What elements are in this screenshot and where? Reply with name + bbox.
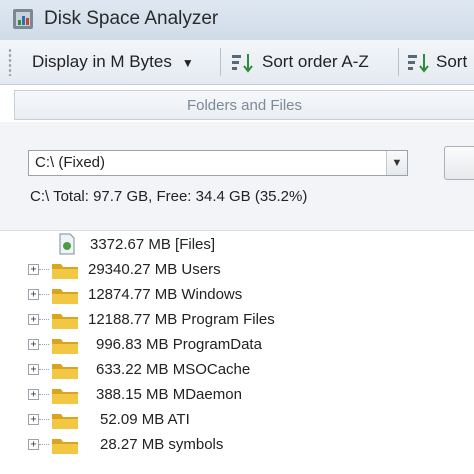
folder-icon	[52, 414, 78, 429]
tree-row[interactable]: +633.22 MB MSOCache	[0, 358, 474, 383]
folder-icon	[52, 314, 78, 329]
tree-row[interactable]: +388.15 MB MDaemon	[0, 383, 474, 408]
tree-connector	[39, 394, 49, 396]
tree-row-label: 29340.27 MB Users	[88, 261, 221, 278]
folder-icon	[52, 264, 78, 279]
sort-order-button-2[interactable]: Sort	[436, 48, 467, 76]
folder-icon	[52, 439, 78, 454]
sort-order-label-clipped: Sort	[436, 52, 468, 71]
sort-order-label: Sort order A-Z	[262, 52, 369, 71]
folder-icon	[52, 364, 78, 379]
tree-connector	[39, 269, 49, 271]
tree-row[interactable]: +12188.77 MB Program Files	[0, 308, 474, 333]
tree-row[interactable]: +52.09 MB ATI	[0, 408, 474, 433]
tree-row-label: 52.09 MB ATI	[100, 411, 190, 428]
sort-icon	[232, 54, 253, 73]
tree-connector	[39, 369, 49, 371]
window-title: Disk Space Analyzer	[44, 8, 219, 29]
expand-icon[interactable]: +	[28, 414, 39, 425]
expand-icon[interactable]: +	[28, 364, 39, 375]
chevron-down-icon[interactable]: ▼	[386, 151, 407, 175]
toolbar: Display in M Bytes ▼ Sort order A-Z Sort	[0, 40, 474, 85]
disk-space-analyzer-window: Disk Space Analyzer Display in M Bytes ▼ …	[0, 0, 474, 474]
tree-row-label: 3372.67 MB [Files]	[90, 236, 216, 253]
expand-icon[interactable]: +	[28, 289, 39, 300]
expand-icon[interactable]: +	[28, 264, 39, 275]
tree-row-label: 12188.77 MB Program Files	[88, 311, 275, 328]
tree-row-label: 28.27 MB symbols	[100, 436, 224, 453]
expand-icon[interactable]: +	[28, 439, 39, 450]
tree-row[interactable]: 3372.67 MB [Files]	[0, 233, 474, 258]
title-bar: Disk Space Analyzer	[0, 0, 474, 41]
files-icon	[59, 233, 75, 255]
sort-icon	[408, 54, 429, 73]
tree-connector	[39, 444, 49, 446]
drive-space-info: C:\ Total: 97.7 GB, Free: 34.4 GB (35.2%…	[30, 188, 308, 205]
folder-icon	[52, 339, 78, 354]
tree-row-label: 996.83 MB ProgramData	[96, 336, 262, 353]
dropdown-arrow-icon: ▼	[181, 55, 194, 70]
drive-select[interactable]: C:\ (Fixed) ▼	[28, 150, 408, 176]
tree-row[interactable]: +29340.27 MB Users	[0, 258, 474, 283]
toolbar-separator	[398, 48, 399, 76]
analyze-button[interactable]	[444, 146, 474, 180]
tree-row-label: 388.15 MB MDaemon	[96, 386, 242, 403]
tree-row[interactable]: +996.83 MB ProgramData	[0, 333, 474, 358]
expand-icon[interactable]: +	[28, 339, 39, 350]
display-units-dropdown[interactable]: Display in M Bytes ▼	[32, 48, 194, 76]
toolbar-separator	[220, 48, 221, 76]
tree-connector	[39, 294, 49, 296]
app-icon	[13, 9, 33, 29]
tree-row-label: 12874.77 MB Windows	[88, 286, 243, 303]
sort-order-button[interactable]: Sort order A-Z	[262, 48, 369, 76]
tree-connector	[39, 344, 49, 346]
tree-row[interactable]: +12874.77 MB Windows	[0, 283, 474, 308]
folders-files-header: Folders and Files	[14, 90, 474, 120]
drive-select-value: C:\ (Fixed)	[35, 154, 106, 171]
expand-icon[interactable]: +	[28, 389, 39, 400]
tree-connector	[39, 419, 49, 421]
tree-row[interactable]: +28.27 MB symbols	[0, 433, 474, 458]
toolbar-grip[interactable]	[8, 48, 12, 76]
tree-connector	[39, 319, 49, 321]
folder-icon	[52, 389, 78, 404]
display-units-label: Display in M Bytes	[32, 52, 172, 71]
drive-panel: C:\ (Fixed) ▼ C:\ Total: 97.7 GB, Free: …	[0, 122, 474, 230]
expand-icon[interactable]: +	[28, 314, 39, 325]
folder-tree[interactable]: 3372.67 MB [Files] +29340.27 MB Users +128…	[0, 230, 474, 474]
folder-icon	[52, 289, 78, 304]
tree-row-label: 633.22 MB MSOCache	[96, 361, 251, 378]
